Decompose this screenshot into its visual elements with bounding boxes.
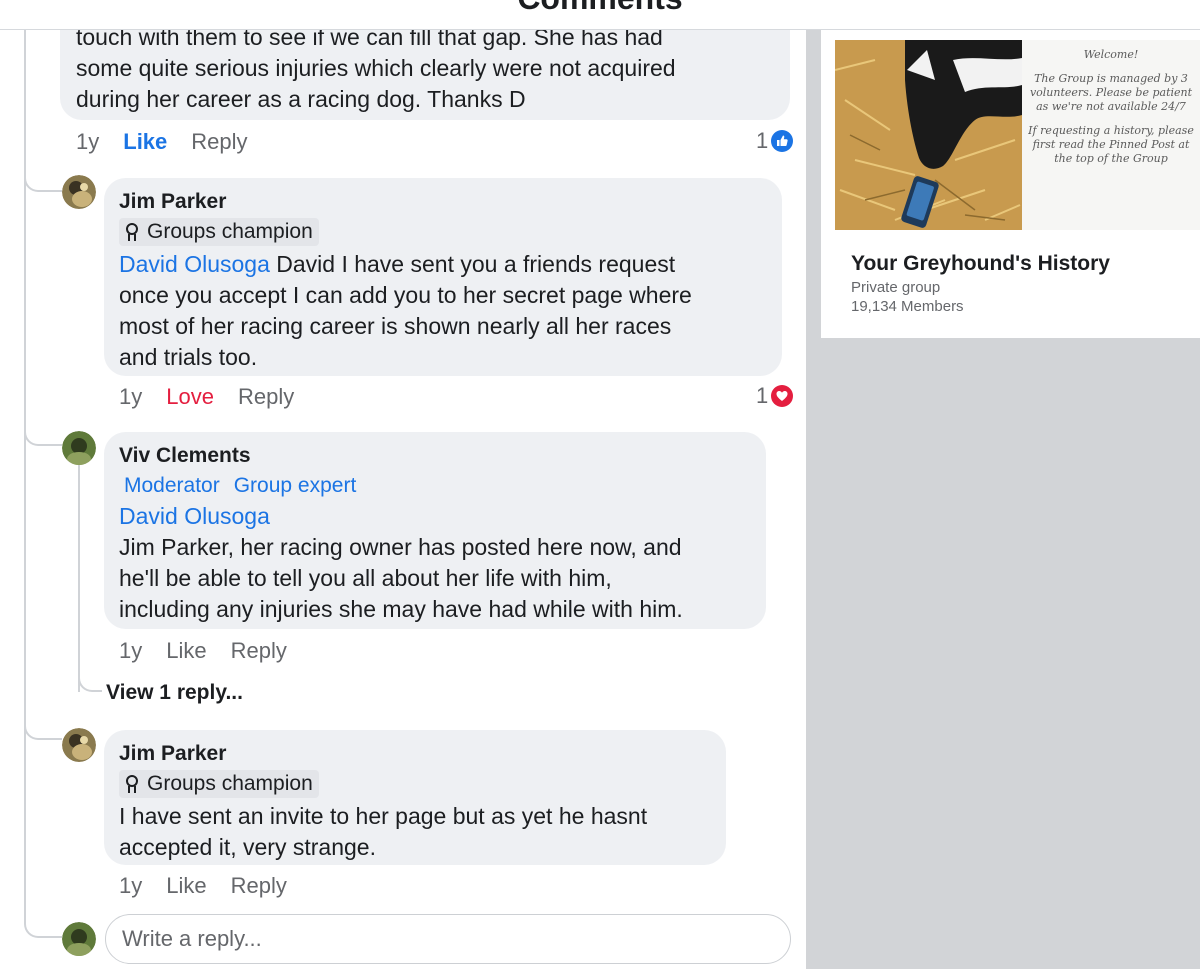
reply-button[interactable]: Reply [238, 384, 294, 410]
comment-time[interactable]: 1y [119, 638, 142, 664]
comment-line: David I have sent you a friends request [269, 251, 676, 277]
comment-actions: 1y Like Reply [76, 129, 248, 155]
like-button[interactable]: Like [123, 129, 167, 155]
comment-text: David Olusoga Jim Parker, her racing own… [119, 501, 750, 625]
love-button[interactable]: Love [166, 384, 214, 410]
comment-actions: 1y Love Reply [119, 384, 294, 410]
thread-connector [78, 630, 102, 692]
welcome-note: Welcome! The Group is managed by 3 volun… [1022, 40, 1200, 230]
comment-text: David Olusoga David I have sent you a fr… [119, 249, 766, 373]
view-replies-link[interactable]: View 1 reply... [106, 681, 243, 705]
avatar[interactable] [62, 431, 96, 465]
like-button[interactable]: Like [166, 638, 206, 664]
reaction-summary[interactable]: 1 [756, 128, 794, 154]
comment-text: touch with them to see if we can fill th… [76, 30, 774, 115]
comment-time[interactable]: 1y [119, 384, 142, 410]
comment-time[interactable]: 1y [76, 129, 99, 155]
badge-label: Groups champion [147, 220, 313, 243]
reply-button[interactable]: Reply [231, 638, 287, 664]
comment-line: Jim Parker, her racing owner has posted … [119, 534, 682, 560]
thread-connector [24, 898, 62, 938]
comment-line: including any injuries she may have had … [119, 596, 683, 622]
avatar[interactable] [62, 728, 96, 762]
groups-champion-badge: Groups champion [119, 218, 319, 246]
avatar[interactable] [62, 175, 96, 209]
comment-line: he'll be able to tell you all about her … [119, 565, 612, 591]
mention-link[interactable]: David Olusoga [119, 251, 270, 277]
thread-connector [24, 702, 62, 740]
love-reaction-icon [771, 385, 794, 407]
comment-author[interactable]: Jim Parker [119, 740, 710, 768]
welcome-text: The Group is managed by 3 volunteers. Pl… [1029, 72, 1193, 113]
group-member-count: 19,134 Members [851, 298, 964, 315]
current-user-avatar [62, 922, 96, 956]
award-icon [123, 773, 141, 795]
comment-actions: 1y Like Reply [119, 638, 287, 664]
group-cover-image[interactable]: Welcome! The Group is managed by 3 volun… [835, 40, 1200, 230]
like-button[interactable]: Like [166, 873, 206, 899]
comment-line: some quite serious injuries which clearl… [76, 55, 676, 81]
reply-button[interactable]: Reply [191, 129, 247, 155]
thread-connector [24, 406, 62, 446]
comment-line: and trials too. [119, 344, 258, 370]
comments-title: Comments [0, 0, 1200, 17]
moderator-tag: Moderator [124, 474, 220, 497]
group-expert-tag: Group expert [233, 474, 357, 497]
badge-label: Groups champion [147, 772, 313, 795]
comment-text: I have sent an invite to her page but as… [119, 801, 710, 863]
reply-button[interactable]: Reply [231, 873, 287, 899]
role-tags: Moderator Group expert [119, 472, 750, 500]
comment-time[interactable]: 1y [119, 873, 142, 899]
reaction-summary[interactable]: 1 [756, 383, 794, 409]
comment-bubble: Viv Clements Moderator Group expert David… [104, 432, 766, 629]
group-name[interactable]: Your Greyhound's History [851, 252, 1110, 276]
comment-line: accepted it, very strange. [119, 834, 376, 860]
comment-bubble: Jim Parker Groups champion I have sent a… [104, 730, 726, 865]
comments-panel: touch with them to see if we can fill th… [0, 30, 806, 969]
welcome-heading: Welcome! [1083, 48, 1139, 61]
comment-bubble: touch with them to see if we can fill th… [60, 30, 790, 120]
comment-author[interactable]: Jim Parker [119, 188, 766, 216]
thread-connector [24, 150, 62, 192]
like-reaction-icon [771, 130, 794, 152]
comment-line: I have sent an invite to her page but as… [119, 803, 648, 829]
reaction-count: 1 [756, 383, 769, 408]
award-icon [123, 221, 141, 243]
welcome-text: If requesting a history, please first re… [1028, 124, 1194, 165]
group-card[interactable]: Welcome! The Group is managed by 3 volun… [821, 30, 1200, 338]
comment-line: once you accept I can add you to her sec… [119, 282, 692, 308]
reply-input[interactable] [105, 914, 791, 964]
reaction-count: 1 [756, 128, 769, 153]
groups-champion-badge: Groups champion [119, 770, 319, 798]
comment-line: most of her racing career is shown nearl… [119, 313, 672, 339]
mention-link[interactable]: David Olusoga [119, 501, 750, 532]
comment-line: during her career as a racing dog. Thank… [76, 86, 526, 112]
comments-header: Comments [0, 0, 1200, 30]
group-privacy: Private group [851, 279, 941, 296]
comment-line: touch with them to see if we can fill th… [76, 30, 663, 50]
comment-actions: 1y Like Reply [119, 873, 287, 899]
comment-author[interactable]: Viv Clements [119, 442, 750, 470]
comment-bubble: Jim Parker Groups champion David Olusoga… [104, 178, 782, 376]
